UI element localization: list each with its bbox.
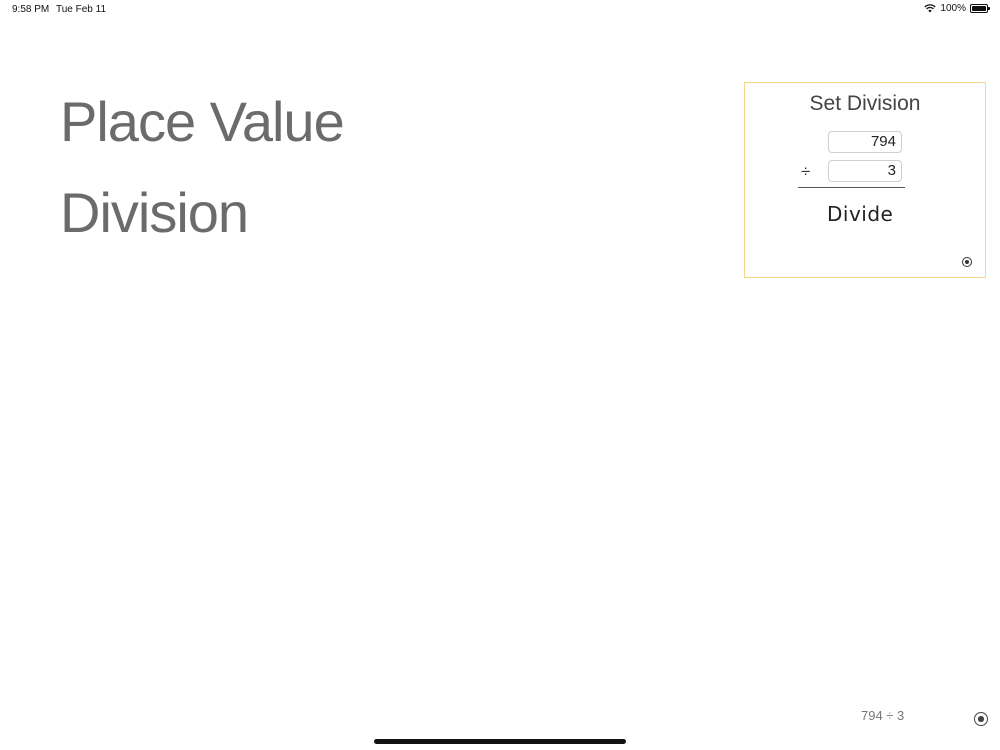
dividend-field[interactable]: 794 [828, 131, 902, 153]
status-bar: 9:58 PM Tue Feb 11 100% [0, 0, 1000, 18]
divisor-field[interactable]: 3 [828, 160, 902, 182]
home-indicator[interactable] [374, 739, 626, 744]
battery-icon [970, 4, 990, 13]
screen: 9:58 PM Tue Feb 11 100% Place Value Divi… [0, 0, 1000, 750]
panel-title: Set Division [809, 92, 921, 115]
wifi-icon [924, 4, 937, 13]
set-division-panel: Set Division 794 ÷ 3 Divide [744, 82, 986, 278]
battery-percent: 100% [940, 3, 966, 14]
status-time: 9:58 PM [12, 4, 50, 15]
status-date: Tue Feb 11 [56, 4, 107, 15]
page-title-line-2: Division [60, 181, 249, 244]
record-icon[interactable] [962, 257, 972, 267]
division-rule [798, 187, 905, 188]
expression-label: 794 ÷ 3 [861, 708, 905, 723]
page-title-line-1: Place Value [60, 90, 345, 153]
status-indicators: 100% [924, 3, 990, 14]
divide-button[interactable]: Divide [827, 202, 893, 226]
corner-record-icon[interactable] [974, 712, 988, 726]
divide-sign: ÷ [801, 162, 811, 181]
